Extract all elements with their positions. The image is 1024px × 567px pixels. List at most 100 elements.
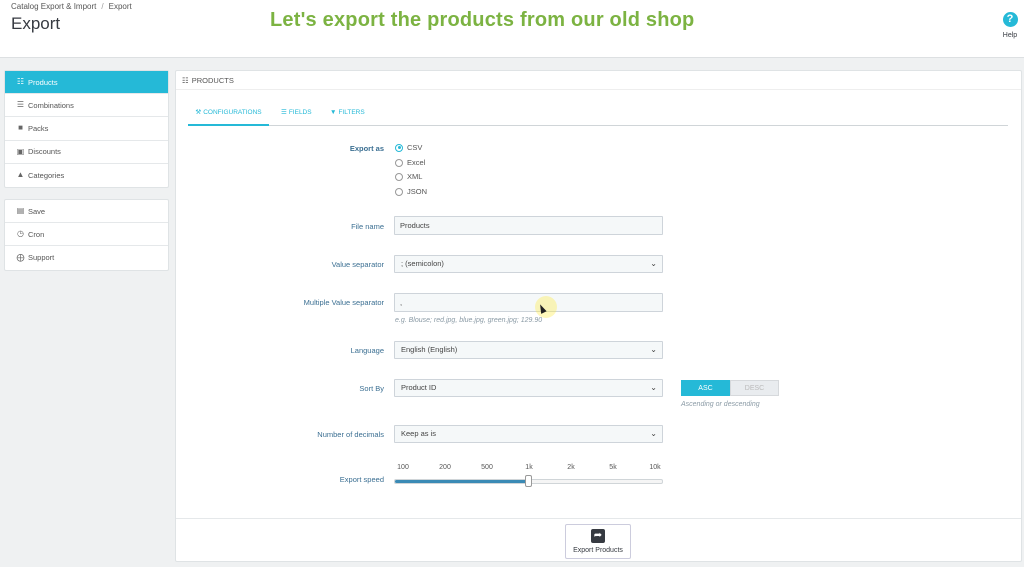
sidebar-menu-secondary: ▤ Save ◷ Cron ⨁ Support bbox=[4, 199, 169, 271]
sort-direction-toggle: ASC DESC bbox=[681, 380, 779, 396]
sidebar-item-support[interactable]: ⨁ Support bbox=[5, 246, 168, 269]
radio-dot-checked bbox=[395, 143, 403, 152]
radio-dot bbox=[395, 158, 403, 167]
speed-tick: 10k bbox=[649, 464, 661, 471]
sidebar-item-combinations[interactable]: ☰ Combinations bbox=[5, 94, 168, 118]
chevron-down-icon: ⌄ bbox=[650, 259, 657, 268]
products-icon: ☷ bbox=[16, 77, 25, 87]
radio-json[interactable]: JSON bbox=[395, 187, 427, 196]
speed-tick: 2k bbox=[567, 464, 575, 471]
radio-dot bbox=[395, 187, 403, 196]
speed-tick: 5k bbox=[609, 464, 617, 471]
breadcrumb-separator: / bbox=[101, 2, 104, 11]
language-select[interactable]: English (English) ⌄ bbox=[394, 341, 663, 359]
panel-title: Products bbox=[191, 76, 234, 85]
chevron-down-icon: ⌄ bbox=[650, 383, 657, 392]
sidebar-item-label: Support bbox=[28, 253, 55, 263]
lifebuoy-icon: ⨁ bbox=[16, 252, 25, 262]
products-icon: ☷ bbox=[182, 76, 189, 85]
video-caption: Let's export the products from our old s… bbox=[270, 9, 695, 31]
breadcrumb: Catalog Export & Import / Export bbox=[11, 2, 132, 11]
multiple-value-separator-input[interactable]: , bbox=[394, 293, 663, 312]
list-icon: ☰ bbox=[16, 100, 25, 110]
select-value: Product ID bbox=[401, 383, 437, 392]
select-value: Keep as is bbox=[401, 429, 437, 438]
money-icon: ▣ bbox=[16, 146, 25, 156]
breadcrumb-item[interactable]: Catalog Export & Import bbox=[11, 2, 96, 11]
breadcrumb-item[interactable]: Export bbox=[109, 2, 132, 11]
tab-label: Filters bbox=[338, 109, 365, 116]
clock-icon: ◷ bbox=[17, 229, 24, 239]
language-label: Language bbox=[350, 346, 384, 355]
products-panel: ☷ Products ⚒ Configurations ☰ Fields ▼ Filte… bbox=[175, 70, 1022, 562]
radio-label: XML bbox=[407, 172, 423, 181]
file-name-label: File name bbox=[351, 222, 384, 231]
panel-header: ☷ Products bbox=[176, 71, 1021, 90]
radio-excel[interactable]: Excel bbox=[395, 158, 425, 167]
briefcase-icon: ■ bbox=[18, 123, 23, 133]
help-button[interactable]: ? Help bbox=[998, 12, 1022, 39]
speed-tick: 200 bbox=[439, 464, 451, 471]
sidebar-item-products[interactable]: ☷ Products bbox=[5, 71, 168, 95]
share-icon: ➦ bbox=[591, 529, 605, 543]
save-icon: ▤ bbox=[16, 206, 25, 216]
select-value: ; (semicolon) bbox=[401, 259, 444, 268]
sidebar-item-categories[interactable]: ▲ Categories bbox=[5, 164, 168, 187]
tab-filters[interactable]: ▼ Filters bbox=[330, 99, 365, 126]
sort-by-select[interactable]: Product ID ⌄ bbox=[394, 379, 663, 397]
sidebar-item-save[interactable]: ▤ Save bbox=[5, 200, 168, 224]
sort-direction-hint: Ascending or descending bbox=[681, 401, 760, 408]
tab-bar: ⚒ Configurations ☰ Fields ▼ Filters bbox=[188, 99, 1008, 126]
value-separator-label: Value separator bbox=[331, 260, 384, 269]
export-button-label: Export Products bbox=[573, 547, 623, 554]
sidebar-item-label: Discounts bbox=[28, 147, 61, 157]
sidebar-item-cron[interactable]: ◷ Cron bbox=[5, 223, 168, 247]
multiple-value-separator-hint: e.g. Blouse; red.jpg, blue.jpg, green.jp… bbox=[395, 317, 543, 324]
wrench-icon: ⚒ bbox=[195, 109, 202, 116]
sidebar-item-label: Cron bbox=[28, 229, 45, 239]
panel-footer-divider bbox=[176, 518, 1021, 519]
radio-dot bbox=[395, 172, 403, 181]
help-icon: ? bbox=[1002, 12, 1018, 27]
speed-tick: 500 bbox=[481, 464, 493, 471]
chevron-down-icon: ⌄ bbox=[650, 345, 657, 354]
sliders-icon: ☰ bbox=[281, 109, 287, 116]
sort-desc-button[interactable]: DESC bbox=[730, 380, 779, 396]
page-title: Export bbox=[11, 14, 61, 33]
sidebar-item-label: Packs bbox=[28, 123, 49, 133]
radio-xml[interactable]: XML bbox=[395, 172, 422, 181]
sidebar-menu-primary: ☷ Products ☰ Combinations ■ Packs ▣ Disc… bbox=[4, 70, 169, 188]
speed-tick: 100 bbox=[397, 464, 409, 471]
export-products-button[interactable]: ➦ Export Products bbox=[565, 524, 631, 559]
export-speed-label: Export speed bbox=[339, 475, 384, 484]
tab-label: Fields bbox=[288, 109, 312, 116]
filter-icon: ▼ bbox=[330, 109, 337, 116]
sidebar-item-label: Combinations bbox=[28, 100, 74, 110]
value-separator-select[interactable]: ; (semicolon) ⌄ bbox=[394, 255, 663, 273]
sidebar-item-label: Products bbox=[28, 77, 58, 87]
file-name-input[interactable]: Products bbox=[394, 216, 663, 235]
help-label: Help bbox=[1002, 32, 1018, 39]
page-header: Catalog Export & Import / Export Export Le… bbox=[0, 0, 1024, 58]
select-value: English (English) bbox=[401, 345, 458, 354]
multiple-value-separator-label: Multiple Value separator bbox=[303, 298, 384, 307]
sidebar-item-label: Save bbox=[28, 206, 46, 216]
radio-label: Excel bbox=[407, 158, 426, 167]
speed-tick: 1k bbox=[525, 464, 533, 471]
sidebar-item-label: Categories bbox=[28, 170, 65, 180]
export-as-label: Export as bbox=[349, 144, 384, 153]
tab-label: Configurations bbox=[203, 109, 262, 116]
decimals-select[interactable]: Keep as is ⌄ bbox=[394, 425, 663, 443]
chevron-down-icon: ⌄ bbox=[650, 429, 657, 438]
radio-csv[interactable]: CSV bbox=[395, 143, 422, 152]
tab-fields[interactable]: ☰ Fields bbox=[281, 99, 312, 126]
sort-asc-button[interactable]: ASC bbox=[681, 380, 730, 396]
sitemap-icon: ▲ bbox=[16, 170, 25, 180]
sidebar-item-packs[interactable]: ■ Packs bbox=[5, 117, 168, 141]
sidebar-item-discounts[interactable]: ▣ Discounts bbox=[5, 141, 168, 164]
slider-handle[interactable] bbox=[524, 475, 532, 487]
radio-label: JSON bbox=[407, 187, 428, 196]
slider-fill bbox=[395, 480, 529, 483]
decimals-label: Number of decimals bbox=[317, 430, 384, 439]
tab-configurations[interactable]: ⚒ Configurations bbox=[188, 99, 269, 126]
